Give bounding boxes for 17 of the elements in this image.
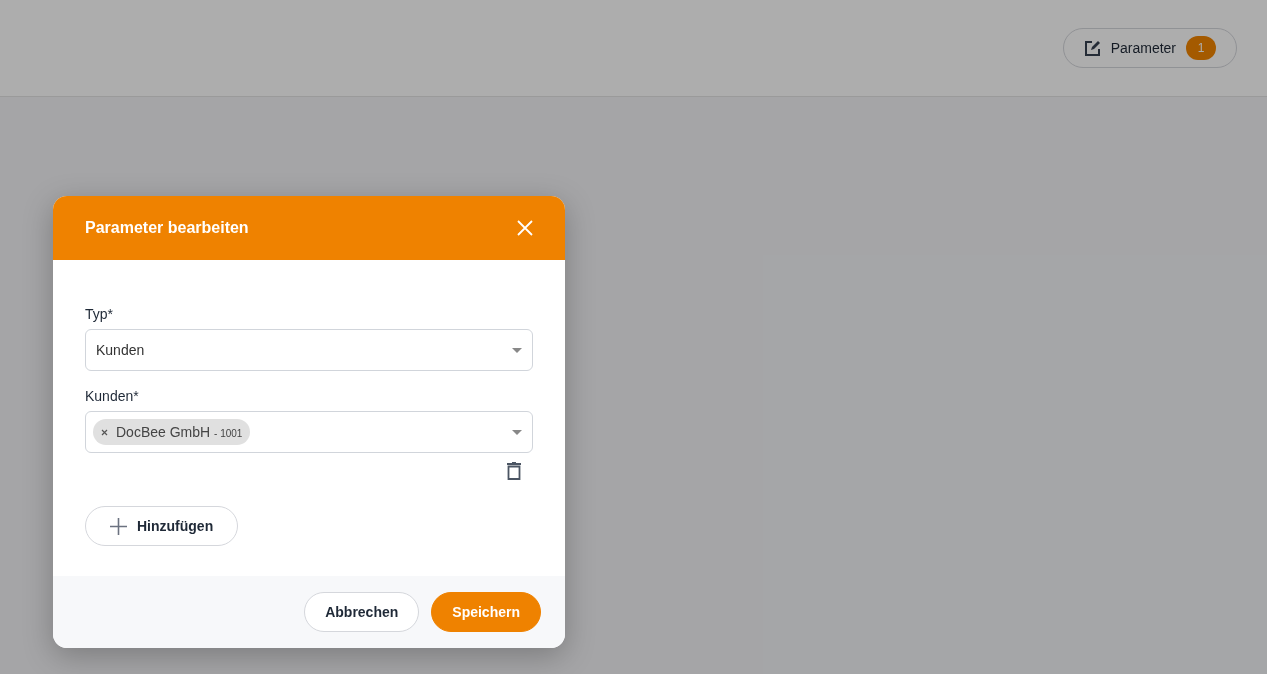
field-label: Kunden* bbox=[85, 388, 140, 404]
multiselect-field[interactable]: DocBee GmbH - 1001 bbox=[85, 411, 533, 453]
count-badge: 1 bbox=[1186, 36, 1216, 60]
plus-icon bbox=[110, 517, 127, 535]
parameter-button[interactable]: Parameter 1 bbox=[1062, 28, 1237, 68]
edit-icon bbox=[1083, 39, 1101, 57]
field-label: Typ* bbox=[85, 306, 114, 322]
add-button[interactable]: Hinzufügen bbox=[85, 506, 239, 546]
close-icon[interactable] bbox=[517, 220, 533, 236]
remove-icon[interactable] bbox=[101, 428, 108, 436]
select-field[interactable]: Kunden bbox=[85, 329, 533, 371]
dropdown-caret-icon bbox=[512, 347, 522, 353]
customer-chip: DocBee GmbH - 1001 bbox=[93, 419, 251, 445]
dialog-title: Parameter bearbeiten bbox=[85, 219, 249, 237]
dropdown-caret-icon bbox=[512, 429, 522, 435]
delete-icon[interactable] bbox=[507, 462, 521, 480]
cancel-button[interactable]: Abbrechen bbox=[304, 592, 420, 632]
